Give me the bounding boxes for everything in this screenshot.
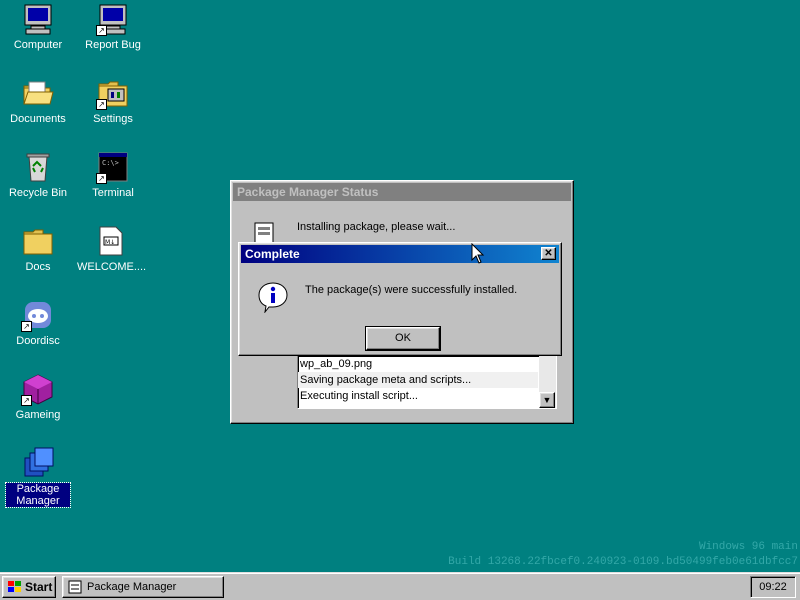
svg-text:C:\>: C:\> (102, 159, 119, 167)
desktop-icon-welcome[interactable]: M↓ WELCOME.... (75, 224, 147, 273)
desktop-icon-label: Gameing (15, 409, 61, 421)
desktop-icon-label: Package Manager (5, 482, 71, 508)
dialog-title: Complete (245, 247, 300, 261)
desktop-icon-package-manager[interactable]: Package Manager (3, 446, 73, 508)
dialog-titlebar[interactable]: Complete ✕ (241, 245, 559, 263)
desktop-icon-label: WELCOME.... (77, 261, 147, 273)
watermark-line: Windows 96 main (698, 541, 798, 553)
dialog-message: The package(s) were successfully install… (305, 284, 518, 296)
svg-text:M↓: M↓ (105, 239, 115, 246)
watermark-line: Build 13268.22fbcef0.240923-0109.bd50499… (448, 556, 798, 568)
desktop-icon-label: Computer (13, 39, 63, 51)
terminal-icon: C:\> ↗ (96, 150, 130, 184)
windows-logo-icon (7, 580, 23, 594)
desktop-icon-report-bug[interactable]: ↗ Report Bug (78, 2, 148, 51)
log-scrollbar[interactable]: ▼ (539, 356, 556, 408)
package-manager-icon (68, 580, 82, 594)
desktop-icon-label: Docs (25, 261, 51, 273)
desktop-icon-documents[interactable]: Documents (3, 76, 73, 125)
computer-icon: ↗ (96, 2, 130, 36)
open-folder-icon (21, 76, 55, 110)
computer-icon (21, 2, 55, 36)
install-log-list[interactable]: wp_ab_09.png Saving package meta and scr… (297, 355, 557, 409)
scroll-down-arrow-icon[interactable]: ▼ (539, 392, 555, 408)
markdown-file-icon: M↓ (93, 224, 127, 258)
desktop-icon-label: Settings (93, 113, 133, 125)
taskbar-item-label: Package Manager (87, 581, 177, 593)
folder-icon (21, 224, 55, 258)
desktop-icon-docs[interactable]: Docs (3, 224, 73, 273)
cube-icon: ↗ (21, 372, 55, 406)
desktop-icon-label: Recycle Bin (8, 187, 68, 199)
ok-button[interactable]: OK (365, 326, 441, 351)
recycle-bin-icon (21, 150, 55, 184)
info-icon (257, 281, 289, 314)
taskbar-item-package-manager[interactable]: Package Manager (62, 576, 224, 598)
start-button[interactable]: Start (2, 576, 56, 598)
shortcut-arrow-icon: ↗ (21, 321, 32, 332)
mouse-cursor-icon (471, 242, 485, 265)
start-label: Start (25, 580, 53, 594)
doordisc-icon: ↗ (21, 298, 55, 332)
system-clock[interactable]: 09:22 (750, 576, 796, 598)
desktop-icon-computer[interactable]: Computer (3, 2, 73, 51)
log-row: Saving package meta and scripts... (298, 372, 538, 388)
install-status-text: Installing package, please wait... (297, 221, 456, 233)
close-button[interactable]: ✕ (541, 247, 556, 260)
shortcut-arrow-icon: ↗ (96, 173, 107, 184)
desktop-icon-recycle-bin[interactable]: Recycle Bin (3, 150, 73, 199)
log-row: wp_ab_09.png (300, 358, 373, 370)
desktop-icon-terminal[interactable]: C:\> ↗ Terminal (78, 150, 148, 199)
desktop-icon-doordisc[interactable]: ↗ Doordisc (3, 298, 73, 347)
complete-dialog: Complete ✕ The package(s) were successfu… (238, 242, 562, 356)
settings-folder-icon: ↗ (96, 76, 130, 110)
desktop-icon-settings[interactable]: ↗ Settings (78, 76, 148, 125)
window-title: Package Manager Status (233, 183, 571, 201)
desktop-icon-label: Documents (10, 113, 66, 125)
taskbar: Start Package Manager 09:22 (0, 572, 800, 600)
package-manager-icon (21, 446, 55, 480)
shortcut-arrow-icon: ↗ (96, 99, 107, 110)
shortcut-arrow-icon: ↗ (96, 25, 107, 36)
shortcut-arrow-icon: ↗ (21, 395, 32, 406)
build-watermark: Windows 96 main Build 13268.22fbcef0.240… (448, 540, 798, 570)
desktop-icon-gameing[interactable]: ↗ Gameing (3, 372, 73, 421)
desktop-icon-label: Terminal (92, 187, 134, 199)
log-row: Executing install script... (300, 390, 418, 402)
desktop-icon-label: Report Bug (85, 39, 141, 51)
desktop-icon-label: Doordisc (16, 335, 60, 347)
